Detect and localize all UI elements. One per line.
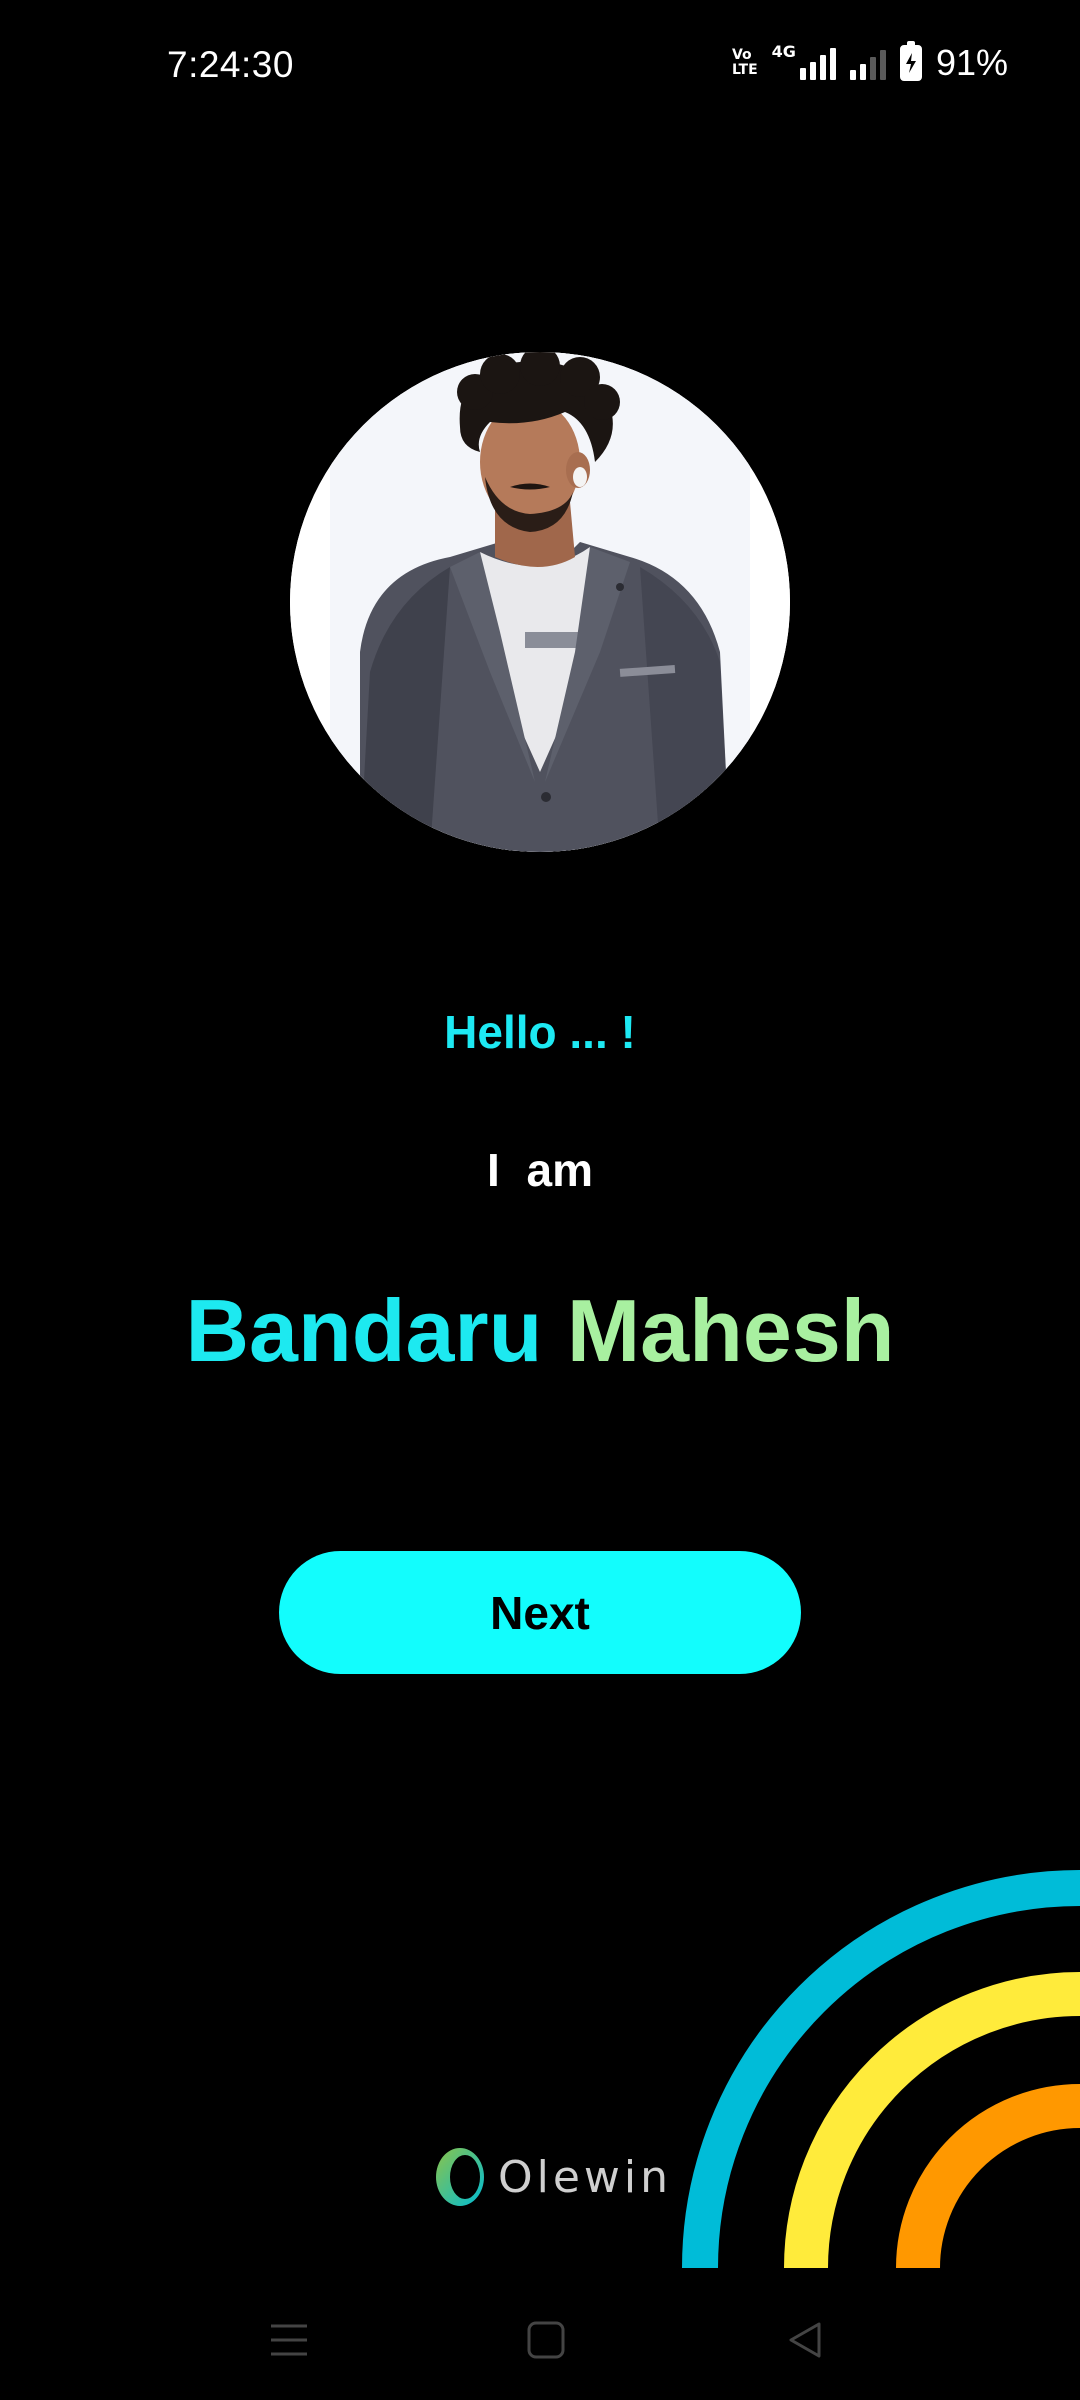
network-type-label: 4G [771, 42, 796, 61]
olewin-logo-icon [436, 2148, 484, 2206]
greeting-text: Hello ... ! [444, 1006, 636, 1058]
brand-logo: Olewin [432, 2145, 672, 2209]
first-name: Bandaru [185, 1281, 543, 1380]
status-icons: Vo LTE 4G 91% [732, 41, 1008, 84]
profile-avatar [290, 352, 790, 852]
signal-strength-icon [799, 46, 836, 80]
battery-percent: 91% [935, 42, 1008, 83]
arc-middle [784, 1972, 1080, 2269]
profile-name: Bandaru Mahesh [0, 1280, 1080, 1382]
brand-name: Olewin [498, 2151, 673, 2203]
home-icon[interactable] [506, 2300, 586, 2380]
menu-icon[interactable] [249, 2300, 329, 2380]
back-icon[interactable] [765, 2300, 845, 2380]
system-navigation-bar [0, 2280, 1080, 2400]
next-button[interactable]: Next [279, 1551, 801, 1674]
last-name: Mahesh [566, 1281, 895, 1380]
volte-icon: Vo LTE [732, 48, 758, 78]
arc-inner [896, 2084, 1080, 2269]
arc-outer [682, 1870, 1080, 2269]
volte-label-bottom: LTE [731, 62, 758, 78]
intro-text: I am [486, 1144, 594, 1196]
battery-charging-icon [899, 41, 922, 81]
signal-strength-sim2-icon [849, 46, 886, 80]
volte-label-top: Vo [731, 47, 752, 63]
status-time: 7:24:30 [167, 44, 294, 85]
status-bar: 7:24:30 Vo LTE 4G 91% [0, 0, 1080, 135]
